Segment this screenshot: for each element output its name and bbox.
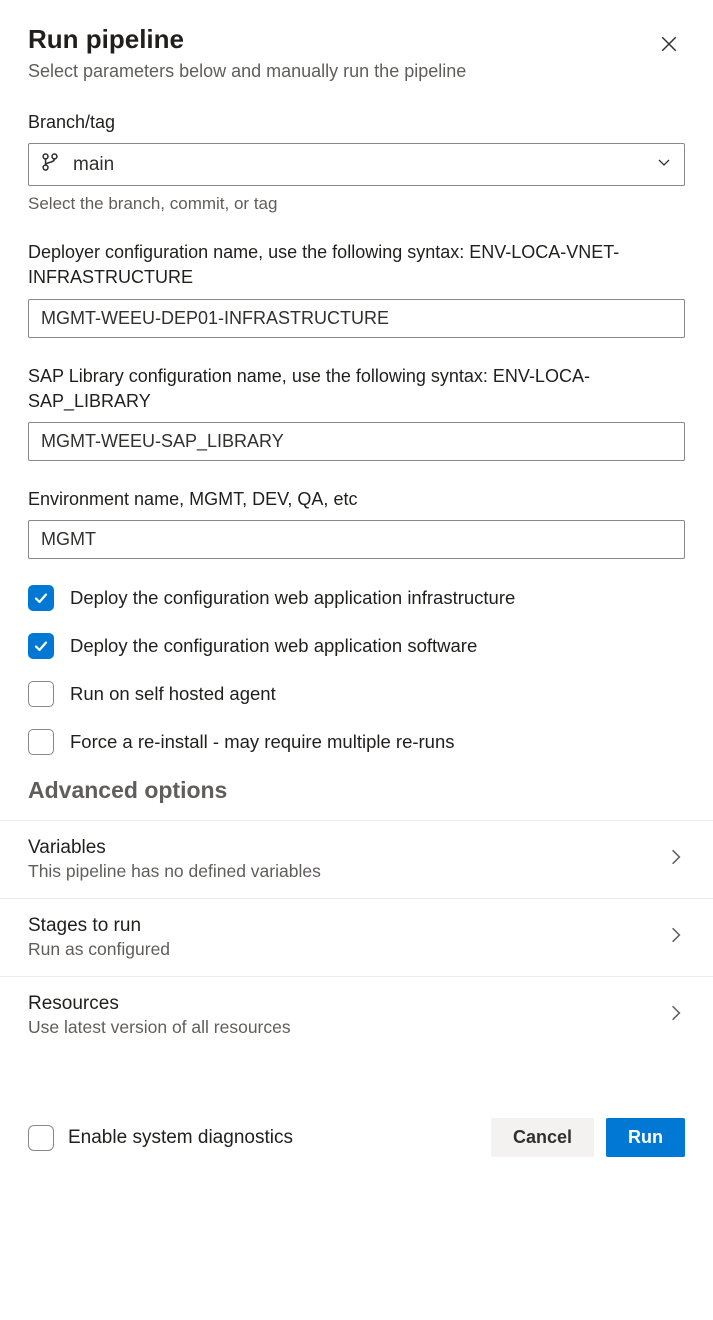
panel-title: Run pipeline xyxy=(28,24,184,55)
branch-hint: Select the branch, commit, or tag xyxy=(28,194,685,214)
chevron-right-icon xyxy=(667,926,685,949)
advanced-row-variables[interactable]: VariablesThis pipeline has no defined va… xyxy=(0,820,713,899)
library-input[interactable] xyxy=(28,422,685,461)
param-checkbox-label-1[interactable]: Deploy the configuration web application… xyxy=(70,635,477,657)
param-checkbox-label-0[interactable]: Deploy the configuration web application… xyxy=(70,587,515,609)
deployer-input[interactable] xyxy=(28,299,685,338)
advanced-row-subtitle: Use latest version of all resources xyxy=(28,1017,291,1038)
param-checkbox-3[interactable] xyxy=(28,729,54,755)
chevron-right-icon xyxy=(667,848,685,871)
check-icon xyxy=(33,590,49,606)
close-button[interactable] xyxy=(653,28,685,60)
chevron-down-icon xyxy=(656,154,672,175)
deployer-label: Deployer configuration name, use the fol… xyxy=(28,240,685,290)
param-checkbox-label-3[interactable]: Force a re-install - may require multipl… xyxy=(70,731,455,753)
advanced-row-subtitle: This pipeline has no defined variables xyxy=(28,861,321,882)
advanced-row-title: Resources xyxy=(28,993,291,1015)
check-icon xyxy=(33,638,49,654)
param-checkbox-label-2[interactable]: Run on self hosted agent xyxy=(70,683,276,705)
branch-label: Branch/tag xyxy=(28,110,685,135)
panel-subtitle: Select parameters below and manually run… xyxy=(28,61,685,82)
param-checkbox-0[interactable] xyxy=(28,585,54,611)
advanced-row-title: Stages to run xyxy=(28,915,170,937)
diagnostics-checkbox[interactable] xyxy=(28,1125,54,1151)
library-label: SAP Library configuration name, use the … xyxy=(28,364,685,414)
advanced-row-title: Variables xyxy=(28,837,321,859)
advanced-row-stages-to-run[interactable]: Stages to runRun as configured xyxy=(0,899,713,977)
cancel-button[interactable]: Cancel xyxy=(491,1118,594,1157)
branch-value: main xyxy=(73,154,656,176)
advanced-row-subtitle: Run as configured xyxy=(28,939,170,960)
advanced-row-resources[interactable]: ResourcesUse latest version of all resou… xyxy=(0,977,713,1054)
chevron-right-icon xyxy=(667,1004,685,1027)
diagnostics-label: Enable system diagnostics xyxy=(68,1127,293,1149)
close-icon xyxy=(660,35,678,53)
param-checkbox-2[interactable] xyxy=(28,681,54,707)
env-label: Environment name, MGMT, DEV, QA, etc xyxy=(28,487,685,512)
param-checkbox-1[interactable] xyxy=(28,633,54,659)
advanced-heading: Advanced options xyxy=(28,777,685,804)
run-button[interactable]: Run xyxy=(606,1118,685,1157)
branch-dropdown[interactable]: main xyxy=(28,143,685,186)
env-input[interactable] xyxy=(28,520,685,559)
branch-icon xyxy=(41,152,59,177)
